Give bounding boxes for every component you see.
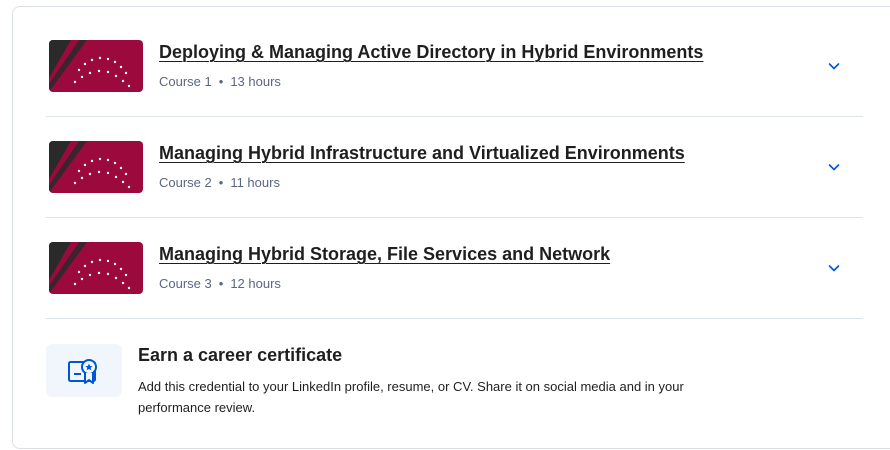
course-thumbnail[interactable] [49, 242, 143, 294]
meta-separator: • [218, 74, 224, 89]
course-number: Course 3 [159, 276, 212, 291]
certificate-icon [68, 359, 97, 384]
chevron-down-icon[interactable] [826, 260, 842, 276]
course-item[interactable]: Deploying & Managing Active Directory in… [46, 16, 863, 117]
course-duration: 13 hours [230, 74, 281, 89]
course-item[interactable]: Managing Hybrid Infrastructure and Virtu… [46, 117, 863, 218]
meta-separator: • [218, 276, 224, 291]
certificate-icon-container [46, 344, 122, 397]
course-number: Course 1 [159, 74, 212, 89]
meta-separator: • [218, 175, 224, 190]
certificate-description: Add this credential to your LinkedIn pro… [138, 379, 684, 415]
certificate-heading: Earn a career certificate [138, 345, 343, 365]
course-thumbnail[interactable] [49, 40, 143, 92]
course-title-link[interactable]: Managing Hybrid Infrastructure and Virtu… [159, 143, 685, 164]
course-meta: Course 2 • 11 hours [159, 175, 280, 190]
course-item[interactable]: Managing Hybrid Storage, File Services a… [46, 218, 863, 319]
course-title-link[interactable]: Deploying & Managing Active Directory in… [159, 42, 703, 63]
course-duration: 12 hours [230, 276, 281, 291]
chevron-down-icon[interactable] [826, 58, 842, 74]
course-meta: Course 3 • 12 hours [159, 276, 281, 291]
course-number: Course 2 [159, 175, 212, 190]
course-duration: 11 hours [230, 175, 280, 190]
course-meta: Course 1 • 13 hours [159, 74, 281, 89]
course-thumbnail[interactable] [49, 141, 143, 193]
chevron-down-icon[interactable] [826, 159, 842, 175]
course-title-link[interactable]: Managing Hybrid Storage, File Services a… [159, 244, 610, 265]
